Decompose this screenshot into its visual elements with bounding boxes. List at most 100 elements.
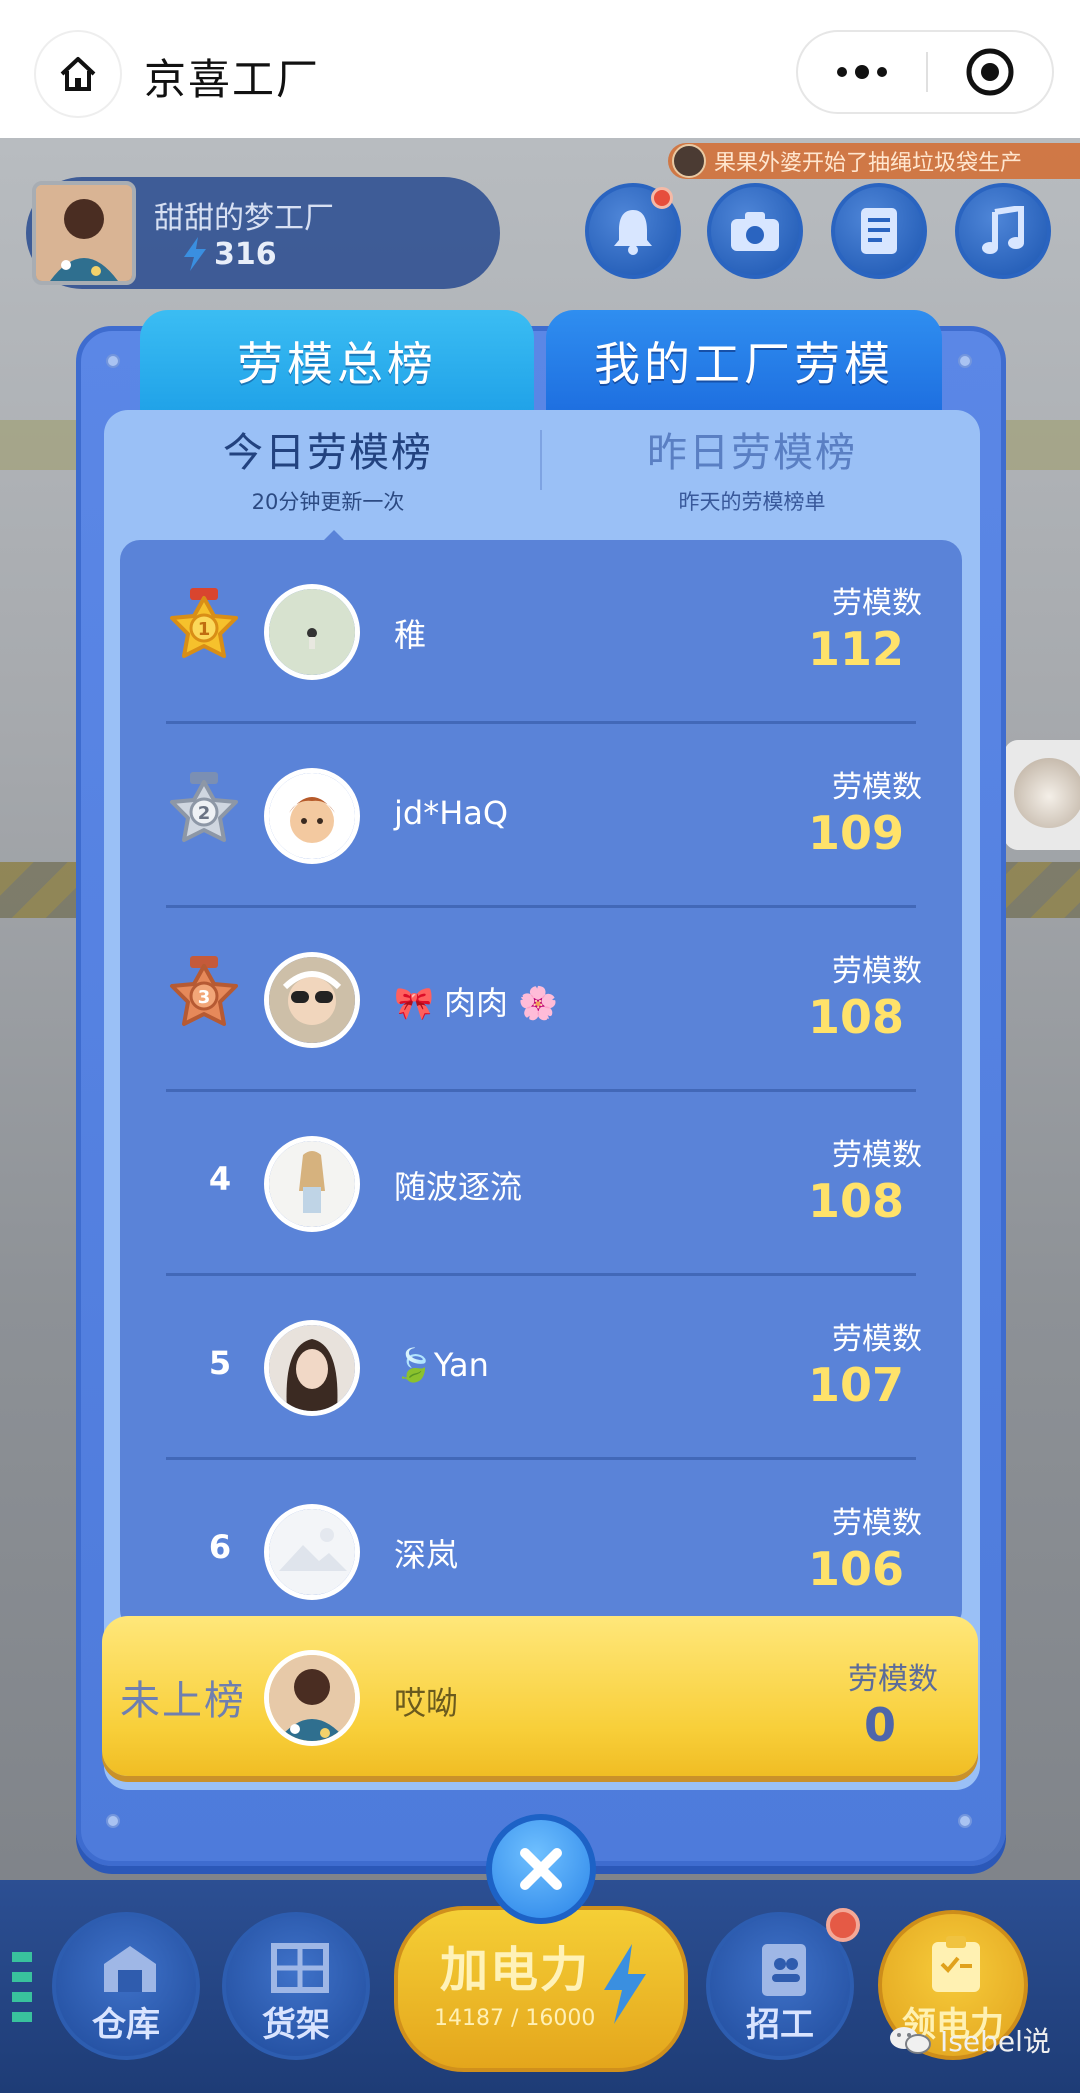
player-score: 316 bbox=[214, 237, 277, 272]
add-power-label: 加电力 bbox=[440, 1942, 591, 1998]
user-name: 稚 bbox=[394, 616, 427, 654]
score-label: 劳模数 bbox=[832, 1322, 922, 1357]
rank-number: 4 bbox=[208, 1160, 232, 1198]
bronze-medal-icon: 3 bbox=[170, 956, 238, 1026]
score-value: 108 bbox=[807, 1174, 904, 1228]
score-label: 劳模数 bbox=[832, 1138, 922, 1173]
score-label: 劳模数 bbox=[832, 1506, 922, 1541]
my-user-name: 哎呦 bbox=[394, 1684, 459, 1722]
ranking-row: 5 🍃Yan 劳模数 107 bbox=[120, 1276, 962, 1460]
user-name: 深岚 bbox=[394, 1536, 459, 1574]
add-power-button[interactable]: 加电力 14187 / 16000 bbox=[394, 1906, 688, 2072]
news-ticker: 果果外婆开始了抽绳垃圾袋生产 bbox=[668, 143, 1080, 179]
subtab-yesterday[interactable]: 昨日劳模榜 昨天的劳模榜单 bbox=[542, 420, 962, 516]
rank-number: 6 bbox=[208, 1528, 232, 1566]
page-title: 京喜工厂 bbox=[144, 55, 321, 104]
avatar bbox=[264, 768, 360, 864]
ticker-text: 果果外婆开始了抽绳垃圾袋生产 bbox=[714, 151, 1023, 176]
tab-overall-ranking[interactable]: 劳模总榜 bbox=[140, 310, 534, 412]
ticker-avatar bbox=[672, 144, 706, 178]
score-value: 112 bbox=[807, 622, 904, 676]
rank-number: 5 bbox=[208, 1344, 232, 1382]
avatar bbox=[264, 1504, 360, 1600]
ranking-row: 4 随波逐流 劳模数 108 bbox=[120, 1092, 962, 1276]
user-name: 🎀 肉肉 🌸 bbox=[394, 984, 559, 1022]
close-modal-button[interactable] bbox=[486, 1814, 596, 1924]
warehouse-button[interactable]: 仓库 bbox=[52, 1912, 200, 2060]
score-value: 107 bbox=[807, 1358, 904, 1412]
my-rank-bar: 未上榜 哎呦 劳模数 0 bbox=[102, 1616, 978, 1776]
more-dots-icon bbox=[837, 65, 887, 79]
ranking-row: 6 深岚 劳模数 106 bbox=[120, 1460, 962, 1630]
recruit-label: 招工 bbox=[746, 2005, 814, 2045]
shelf-button[interactable]: 货架 bbox=[222, 1912, 370, 2060]
score-label: 劳模数 bbox=[832, 586, 922, 621]
my-score-value: 0 bbox=[863, 1698, 896, 1752]
warehouse-icon bbox=[104, 1946, 156, 1992]
shelf-label: 货架 bbox=[262, 2005, 330, 2045]
shelf-icon bbox=[271, 1943, 329, 1993]
subtab-yesterday-subtitle: 昨天的劳模榜单 bbox=[678, 490, 826, 514]
warehouse-label: 仓库 bbox=[92, 2005, 160, 2045]
subtab-yesterday-title: 昨日劳模榜 bbox=[647, 430, 857, 476]
cat-peek-image bbox=[1004, 740, 1080, 850]
mini-program-topbar: 京喜工厂 bbox=[0, 0, 1080, 138]
score-label: 劳模数 bbox=[832, 954, 922, 989]
camera-icon bbox=[731, 212, 779, 251]
avatar bbox=[264, 1320, 360, 1416]
power-progress-text: 14187 / 16000 bbox=[434, 2006, 596, 2031]
target-icon bbox=[966, 48, 1014, 96]
watermark-text: Isebel说 bbox=[940, 2025, 1051, 2058]
tab-my-factory-ranking[interactable]: 我的工厂劳模 bbox=[546, 310, 942, 412]
decor-screw bbox=[958, 1814, 972, 1828]
watermark: Isebel说 bbox=[888, 2020, 1051, 2060]
user-name: 🍃Yan bbox=[394, 1346, 489, 1384]
svg-text:1: 1 bbox=[198, 619, 211, 640]
my-avatar bbox=[264, 1650, 360, 1746]
score-value: 109 bbox=[807, 806, 904, 860]
ranking-row: 2 jd*HaQ 劳模数 109 bbox=[120, 724, 962, 908]
gold-medal-icon: 1 bbox=[170, 588, 238, 658]
my-score-label: 劳模数 bbox=[848, 1662, 938, 1697]
clipboard-icon bbox=[932, 1936, 980, 1992]
user-name: 随波逐流 bbox=[394, 1168, 523, 1206]
lightning-icon bbox=[604, 1944, 646, 2024]
side-decoration bbox=[12, 1952, 32, 2022]
user-name: jd*HaQ bbox=[394, 794, 509, 832]
subtab-today-title: 今日劳模榜 bbox=[223, 430, 433, 476]
subtab-today-subtitle: 20分钟更新一次 bbox=[251, 490, 405, 514]
home-button[interactable] bbox=[34, 30, 122, 118]
home-icon bbox=[60, 57, 96, 91]
avatar bbox=[264, 1136, 360, 1232]
ranking-row: 3 🎀 肉肉 🌸 劳模数 108 bbox=[120, 908, 962, 1092]
recruit-badge bbox=[826, 1908, 860, 1942]
score-value: 106 bbox=[807, 1542, 904, 1596]
close-icon bbox=[520, 1848, 562, 1890]
recruit-book-icon bbox=[762, 1944, 806, 1996]
document-icon bbox=[861, 208, 897, 254]
ranking-row: 1 稚 劳模数 112 bbox=[120, 540, 962, 724]
ranking-list[interactable]: 1 稚 劳模数 112 2 jd*HaQ 劳模数 109 3 🎀 肉肉 🌸 劳模… bbox=[120, 540, 962, 1630]
player-avatar bbox=[32, 181, 136, 285]
silver-medal-icon: 2 bbox=[170, 772, 238, 842]
notification-button[interactable] bbox=[585, 183, 681, 279]
more-button[interactable] bbox=[798, 32, 926, 112]
close-miniprogram-button[interactable] bbox=[928, 32, 1052, 112]
notes-button[interactable] bbox=[831, 183, 927, 279]
decor-screw bbox=[106, 354, 120, 368]
bell-icon bbox=[614, 210, 652, 255]
wechat-logo-icon bbox=[890, 2027, 931, 2054]
player-profile[interactable]: 甜甜的梦工厂 316 bbox=[26, 177, 500, 289]
score-value: 108 bbox=[807, 990, 904, 1044]
music-button[interactable] bbox=[955, 183, 1051, 279]
my-rank-status: 未上榜 bbox=[120, 1678, 246, 1724]
svg-text:2: 2 bbox=[198, 803, 211, 824]
score-label: 劳模数 bbox=[832, 770, 922, 805]
music-icon bbox=[982, 206, 1024, 254]
energy-icon bbox=[184, 237, 206, 271]
svg-text:3: 3 bbox=[198, 987, 211, 1008]
subtab-today[interactable]: 今日劳模榜 20分钟更新一次 bbox=[118, 420, 538, 516]
notification-badge bbox=[651, 187, 673, 209]
camera-button[interactable] bbox=[707, 183, 803, 279]
player-name: 甜甜的梦工厂 bbox=[154, 201, 334, 236]
